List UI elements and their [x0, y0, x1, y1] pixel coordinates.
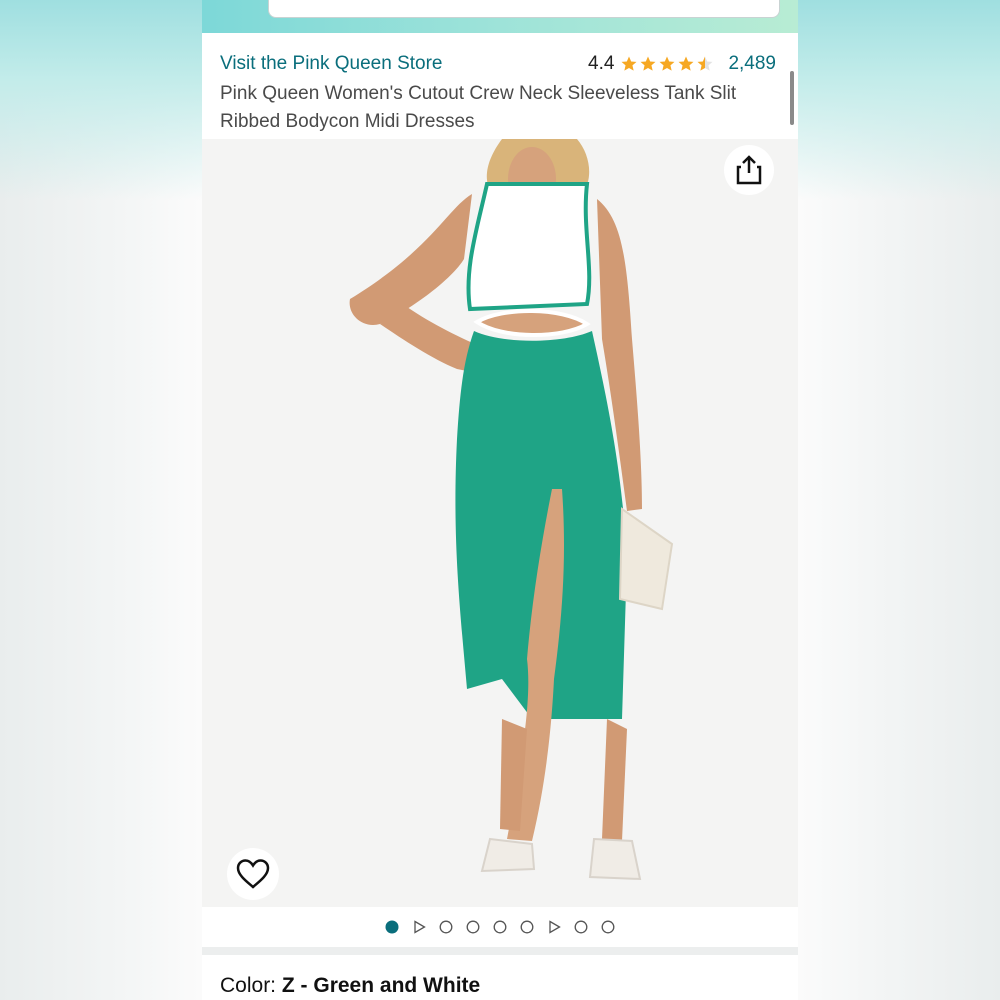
heart-icon	[236, 859, 270, 889]
product-title: Pink Queen Women's Cutout Crew Neck Slee…	[220, 83, 737, 132]
star-icon	[678, 56, 694, 71]
pager-dot[interactable]	[493, 920, 507, 934]
star-icon	[640, 56, 656, 71]
pager-dot[interactable]	[439, 920, 453, 934]
product-photo	[349, 139, 674, 881]
store-link[interactable]: Visit the Pink Queen Store	[220, 53, 443, 75]
star-icon	[621, 56, 637, 71]
product-header: Visit the Pink Queen Store 4.4 2,489 Pin…	[202, 33, 798, 139]
pager-dot-active[interactable]	[385, 920, 399, 934]
color-selector[interactable]: Color: Z - Green and White	[202, 955, 798, 1000]
top-search-bar	[202, 0, 798, 33]
pager-dot[interactable]	[601, 920, 615, 934]
pager-dot[interactable]	[520, 920, 534, 934]
product-image-gallery[interactable]	[202, 139, 798, 907]
rating-value: 4.4	[588, 53, 615, 74]
star-rating	[620, 55, 714, 73]
share-icon	[736, 155, 762, 185]
pager-dot[interactable]	[466, 920, 480, 934]
wishlist-button[interactable]	[227, 848, 279, 900]
rating-summary[interactable]: 4.4 2,489	[588, 53, 776, 75]
star-half-icon	[697, 56, 713, 71]
gallery-pager[interactable]	[202, 907, 798, 947]
pager-dot[interactable]	[574, 920, 588, 934]
pager-video-icon[interactable]	[547, 920, 561, 934]
color-label-text: Color:	[220, 974, 277, 997]
share-button[interactable]	[724, 145, 774, 195]
pager-video-icon[interactable]	[412, 920, 426, 934]
search-input[interactable]	[268, 0, 780, 18]
divider	[202, 947, 798, 955]
scrollbar[interactable]	[790, 71, 794, 125]
product-page: Visit the Pink Queen Store 4.4 2,489 Pin…	[202, 0, 798, 1000]
color-value: Z - Green and White	[281, 974, 481, 997]
rating-count[interactable]: 2,489	[728, 53, 776, 75]
star-icon	[659, 56, 675, 71]
color-label: Color: Z - Green and White	[220, 974, 480, 998]
